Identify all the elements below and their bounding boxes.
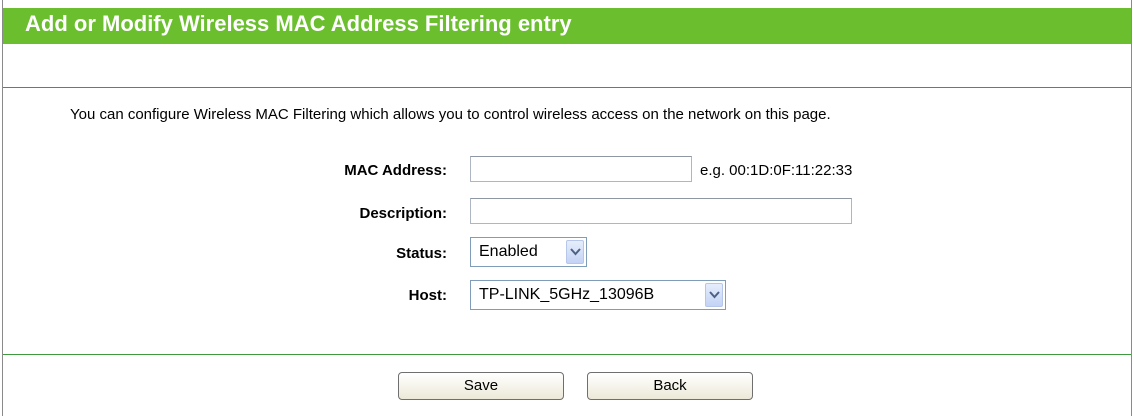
- host-label: Host:: [408, 287, 447, 304]
- host-selected-value: TP-LINK_5GHz_13096B: [479, 286, 655, 303]
- title-bar: Add or Modify Wireless MAC Address Filte…: [3, 8, 1131, 44]
- save-button[interactable]: Save: [398, 372, 564, 400]
- chevron-down-icon[interactable]: [705, 283, 723, 307]
- description-label: Description:: [359, 205, 447, 222]
- status-label: Status:: [396, 245, 447, 262]
- description-input[interactable]: [470, 198, 852, 224]
- status-selected-value: Enabled: [479, 243, 538, 260]
- mac-address-label: MAC Address:: [344, 162, 447, 179]
- chevron-down-icon[interactable]: [566, 240, 584, 264]
- settings-panel: Add or Modify Wireless MAC Address Filte…: [2, 0, 1132, 416]
- status-select[interactable]: Enabled: [470, 237, 587, 267]
- mac-address-hint: e.g. 00:1D:0F:11:22:33: [700, 162, 853, 179]
- host-select[interactable]: TP-LINK_5GHz_13096B: [470, 280, 726, 310]
- top-divider: [3, 87, 1131, 88]
- bottom-divider: [3, 354, 1131, 355]
- intro-text: You can configure Wireless MAC Filtering…: [70, 106, 831, 123]
- mac-address-input[interactable]: [470, 156, 692, 182]
- page-title: Add or Modify Wireless MAC Address Filte…: [25, 11, 572, 36]
- back-button[interactable]: Back: [587, 372, 753, 400]
